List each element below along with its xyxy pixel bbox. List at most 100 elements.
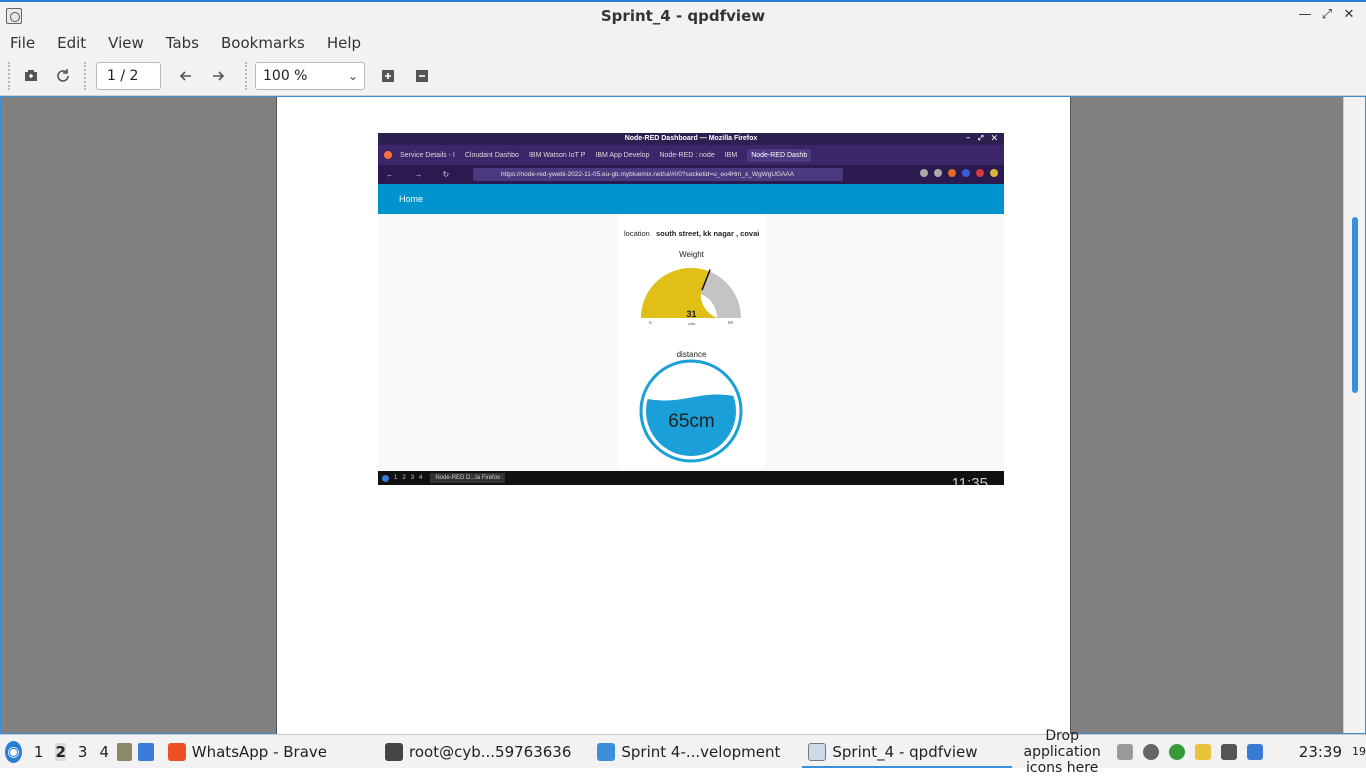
page-number-input[interactable]: 1 / 2: [96, 61, 161, 90]
firefox-icon: [384, 151, 392, 159]
browser-title: Node-RED Dashboard — Mozilla Firefox: [624, 135, 758, 142]
browser-tab: IBM: [724, 151, 738, 159]
menu-file[interactable]: File: [10, 34, 35, 52]
task-whatsapp-brave[interactable]: WhatsApp - Brave: [167, 742, 328, 761]
nodered-card: location south street, kk nagar , covai …: [618, 214, 765, 468]
taskbar: ◉ 1 2 3 4 WhatsApp - Brave root@cyb...59…: [0, 728, 1366, 776]
location-label: location: [624, 229, 650, 238]
gauge-label: Weight: [679, 250, 704, 259]
title-bar: Sprint_4 - qpdfview — ⤢ ✕: [0, 0, 1366, 30]
embedded-workspace: 2: [402, 475, 406, 481]
toolbar-grip[interactable]: [8, 61, 12, 90]
minimize-icon[interactable]: —: [1298, 6, 1312, 24]
toolbar-grip[interactable]: [84, 61, 88, 90]
open-file-icon[interactable]: [18, 63, 44, 89]
document-view[interactable]: Node-RED Dashboard — Mozilla Firefox – ⤢…: [0, 96, 1366, 735]
pdf-page: Node-RED Dashboard — Mozilla Firefox – ⤢…: [276, 97, 1071, 735]
desktop-launcher-icon[interactable]: [138, 742, 154, 761]
menu-tabs[interactable]: Tabs: [166, 34, 199, 52]
location-row: location south street, kk nagar , covai: [624, 229, 759, 238]
browser-window-controls: – ⤢ ✕: [966, 135, 1000, 142]
browser-tab: IBM Watson IoT P: [528, 151, 586, 159]
vertical-scrollbar[interactable]: [1343, 97, 1365, 733]
nodered-nav-home: Home: [399, 194, 424, 204]
tank-label: distance: [676, 350, 707, 359]
zoom-out-icon[interactable]: [409, 63, 435, 89]
workspace-2[interactable]: 2: [55, 742, 66, 761]
gauge-min: 0: [649, 320, 652, 325]
workspace-1[interactable]: 1: [34, 743, 44, 761]
browser-title-bar: Node-RED Dashboard — Mozilla Firefox – ⤢…: [378, 133, 1004, 145]
browser-extension-icons: [920, 169, 998, 177]
volume-icon[interactable]: [1142, 743, 1159, 760]
task-label: root@cyb...59763636: [409, 742, 572, 761]
refresh-icon[interactable]: [50, 63, 76, 89]
embedded-screenshot: Node-RED Dashboard — Mozilla Firefox – ⤢…: [378, 133, 1004, 485]
task-label: Sprint_4 - qpdfview: [832, 742, 978, 761]
qpdfview-icon: [808, 742, 827, 761]
task-qpdfview[interactable]: Sprint_4 - qpdfview: [802, 736, 1012, 768]
scrollbar-thumb[interactable]: [1352, 217, 1358, 393]
clock[interactable]: 23:39: [1299, 743, 1342, 761]
task-label: WhatsApp - Brave: [191, 742, 328, 761]
network-status-icon[interactable]: [1168, 743, 1185, 760]
drop-app-hint: Drop application icons here: [1023, 727, 1101, 776]
browser-tab: Node-RED : node: [659, 151, 715, 159]
notification-icon[interactable]: [1246, 743, 1263, 760]
battery-icon[interactable]: [1116, 743, 1133, 760]
terminal-icon: [385, 742, 404, 761]
close-icon[interactable]: ✕: [1342, 6, 1356, 24]
gauge-units: units: [687, 322, 696, 326]
zoom-select[interactable]: 100 % ⌄: [255, 61, 365, 90]
brave-icon: [167, 742, 186, 761]
toolbar: 1 / 2 100 % ⌄: [0, 56, 1366, 96]
clipboard-icon[interactable]: [1194, 743, 1211, 760]
folder-icon: [597, 742, 616, 761]
embedded-workspace: 3: [410, 475, 415, 481]
gauge-value: 31: [686, 309, 697, 319]
browser-tab: IBM App Develop: [595, 151, 650, 159]
nodered-header: Home: [378, 184, 1004, 214]
window-title: Sprint_4 - qpdfview: [600, 7, 766, 25]
maximize-icon[interactable]: ⤢: [1320, 6, 1334, 24]
browser-tab-strip: Service Details - I Cloudant Dashbo IBM …: [378, 145, 1004, 165]
menu-bookmarks[interactable]: Bookmarks: [221, 34, 305, 52]
menu-edit[interactable]: Edit: [57, 34, 86, 52]
task-terminal[interactable]: root@cyb...59763636: [385, 742, 572, 761]
gauge-max: 50: [728, 320, 734, 325]
embedded-task: Node-RED D...la Firefox: [430, 473, 506, 483]
start-menu-icon[interactable]: ◉: [5, 740, 22, 763]
browser-url: https://node-red-ywebi-2022-11-05.eu-gb.…: [473, 168, 843, 181]
zoom-in-icon[interactable]: [375, 63, 401, 89]
next-page-icon[interactable]: [205, 63, 231, 89]
embedded-workspace: 1: [394, 475, 398, 481]
menu-bar: File Edit View Tabs Bookmarks Help: [0, 30, 1366, 56]
wifi-icon[interactable]: [1220, 743, 1237, 760]
browser-tab: Service Details - I: [400, 151, 455, 159]
embedded-taskbar: 1 2 3 4 Node-RED D...la Firefox 11:35: [378, 471, 1004, 485]
browser-tab-active: Node-RED Dashb: [747, 148, 812, 162]
chevron-down-icon: ⌄: [347, 68, 358, 83]
embedded-start-icon: [382, 474, 389, 482]
location-value: south street, kk nagar , covai: [655, 229, 760, 238]
task-file-manager[interactable]: Sprint 4-...velopment: [597, 742, 781, 761]
workspace-4[interactable]: 4: [99, 743, 109, 761]
file-manager-launcher-icon[interactable]: [117, 742, 133, 761]
menu-help[interactable]: Help: [327, 34, 361, 52]
tank-value: 65cm: [668, 411, 715, 432]
window-controls: — ⤢ ✕: [1298, 6, 1356, 24]
workspace-3[interactable]: 3: [78, 743, 88, 761]
browser-nav-arrows-icon: ← → ↻: [386, 170, 459, 179]
date-indicator: 19: [1352, 745, 1366, 758]
system-tray: [1116, 743, 1263, 760]
toolbar-grip[interactable]: [245, 61, 249, 90]
browser-tab: Cloudant Dashbo: [464, 151, 519, 159]
qpdfview-app-icon[interactable]: [6, 8, 22, 24]
task-label: Sprint 4-...velopment: [621, 742, 781, 761]
menu-view[interactable]: View: [108, 34, 144, 52]
embedded-workspace: 4: [419, 475, 423, 481]
zoom-value: 100 %: [263, 67, 308, 84]
previous-page-icon[interactable]: [173, 63, 199, 89]
browser-nav-bar: ← → ↻ https://node-red-ywebi-2022-11-05.…: [378, 165, 1004, 184]
embedded-clock: 11:35: [951, 475, 988, 485]
